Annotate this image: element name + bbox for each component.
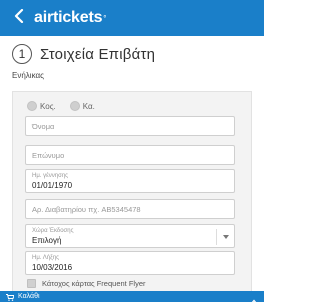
birth-date-label: Ημ. γέννησης xyxy=(32,173,69,179)
birth-date-field[interactable]: Ημ. γέννησης 01/01/1970 xyxy=(25,169,235,193)
gender-option-label: Κος. xyxy=(40,101,56,111)
first-name-field[interactable]: Όνομα xyxy=(25,116,235,136)
issuing-country-value: Επιλογή xyxy=(32,236,62,245)
logo-mark: ° xyxy=(103,13,107,23)
passport-number-field[interactable]: Αρ. Διαβατηρίου πχ. AB5345478 xyxy=(25,199,235,219)
passport-number-placeholder: Αρ. Διαβατηρίου πχ. AB5345478 xyxy=(32,204,141,214)
chevron-down-icon[interactable] xyxy=(216,229,234,245)
first-name-placeholder: Όνομα xyxy=(32,121,55,131)
step-number: 1 xyxy=(18,47,26,61)
issuing-country-label: Χώρα Έκδοσης xyxy=(32,228,74,234)
issuing-country-select[interactable]: Χώρα Έκδοσης Επιλογή xyxy=(25,224,235,248)
expiry-date-field[interactable]: Ημ. Λήξης 10/03/2016 xyxy=(25,251,235,275)
frequent-flyer-checkbox[interactable] xyxy=(27,279,36,288)
passenger-form-card: Κος. Κα. Όνομα Επώνυμο Ημ. γέννησης 01/0… xyxy=(12,91,252,295)
cart-label: Καλάθι xyxy=(18,293,40,300)
airtickets-logo: airtickets xyxy=(34,9,103,26)
frequent-flyer-option[interactable]: Κάτοχος κάρτας Frequent Flyer xyxy=(27,279,146,288)
last-name-placeholder: Επώνυμο xyxy=(32,150,65,160)
step-number-badge: 1 xyxy=(12,44,32,64)
chevron-left-icon xyxy=(14,8,24,28)
cart-icon xyxy=(6,288,15,302)
gender-radio-group: Κος. Κα. xyxy=(27,101,109,111)
cart-bar[interactable]: Καλάθι xyxy=(0,291,264,302)
expiry-date-value: 10/03/2016 xyxy=(32,263,73,272)
gender-option-label: Κα. xyxy=(82,101,95,111)
expiry-date-label: Ημ. Λήξης xyxy=(32,255,60,261)
radio-button[interactable] xyxy=(69,101,80,111)
back-button[interactable] xyxy=(4,0,34,36)
step-header: 1 Στοιχεία Επιβάτη xyxy=(12,44,155,64)
radio-button[interactable] xyxy=(27,101,37,111)
passenger-type-label: Ενήλικας xyxy=(12,71,44,80)
last-name-field[interactable]: Επώνυμο xyxy=(25,145,235,165)
frequent-flyer-label: Κάτοχος κάρτας Frequent Flyer xyxy=(42,279,146,288)
gender-option-mrs[interactable]: Κα. xyxy=(69,101,95,111)
top-app-bar: airtickets ° xyxy=(0,0,264,36)
birth-date-value: 01/01/1970 xyxy=(32,181,73,190)
chevron-up-icon[interactable] xyxy=(250,292,258,302)
step-title: Στοιχεία Επιβάτη xyxy=(40,45,156,63)
gender-option-mr[interactable]: Κος. xyxy=(27,101,56,111)
